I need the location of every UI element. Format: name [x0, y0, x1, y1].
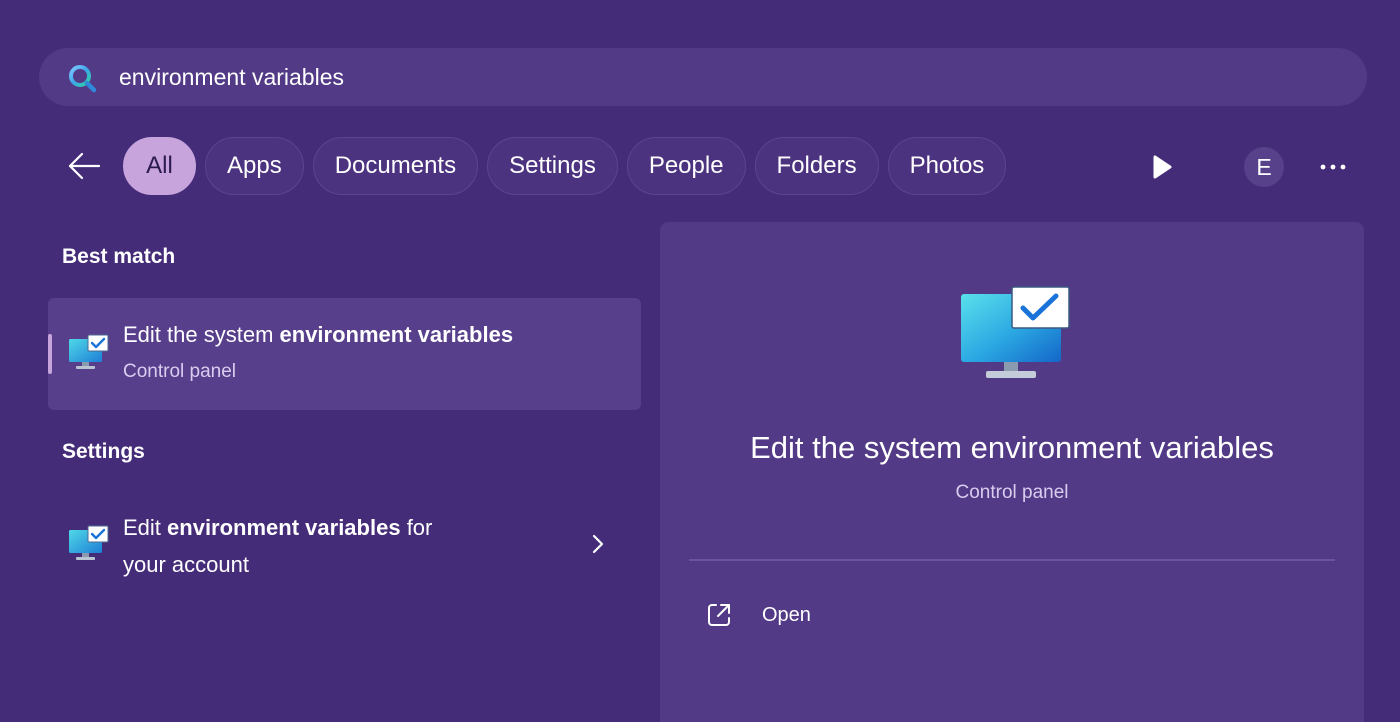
more-filters-button[interactable]: [1145, 150, 1179, 184]
selection-indicator: [48, 334, 52, 374]
avatar[interactable]: E: [1244, 147, 1284, 187]
search-icon: [69, 65, 97, 93]
chevron-right-icon[interactable]: [589, 532, 607, 556]
more-horizontal-icon: [1320, 164, 1346, 170]
settings-result-title-prefix: Edit: [123, 515, 168, 540]
arrow-left-icon: [68, 152, 101, 180]
search-input[interactable]: [119, 48, 1319, 106]
open-label: Open: [762, 603, 811, 626]
back-button[interactable]: [62, 146, 106, 186]
settings-result[interactable]: Edit environment variables for your acco…: [48, 498, 641, 593]
tab-people[interactable]: People: [626, 137, 746, 195]
divider: [689, 559, 1335, 561]
external-link-icon: [708, 604, 730, 626]
detail-panel: Edit the system environment variables Co…: [660, 222, 1364, 722]
monitor-check-icon: [961, 286, 1070, 378]
tab-folders[interactable]: Folders: [754, 137, 879, 195]
tab-apps[interactable]: Apps: [205, 137, 304, 195]
best-match-title-highlight: environment variables: [279, 322, 514, 347]
settings-result-title: Edit environment variables for: [123, 515, 432, 541]
settings-result-title-suffix: for: [400, 515, 433, 540]
tab-photos[interactable]: Photos: [887, 137, 1007, 195]
open-button[interactable]: Open: [704, 595, 904, 635]
monitor-check-icon: [69, 525, 109, 560]
settings-result-title-highlight: environment variables: [167, 515, 401, 540]
filter-tabs: All Apps Documents Settings People Folde…: [123, 137, 1007, 195]
settings-heading: Settings: [62, 440, 145, 463]
search-bar[interactable]: [39, 48, 1367, 106]
best-match-title: Edit the system environment variables: [123, 322, 513, 348]
detail-subtitle: Control panel: [955, 482, 1069, 503]
more-options-button[interactable]: [1316, 152, 1350, 182]
monitor-check-icon: [69, 334, 109, 369]
detail-title: Edit the system environment variables: [750, 430, 1274, 465]
best-match-title-prefix: Edit the system: [123, 322, 280, 347]
best-match-result[interactable]: Edit the system environment variables Co…: [48, 298, 641, 410]
tab-settings[interactable]: Settings: [487, 137, 618, 195]
tab-all[interactable]: All: [123, 137, 196, 195]
tab-documents[interactable]: Documents: [312, 137, 479, 195]
best-match-subtitle: Control panel: [123, 361, 237, 382]
best-match-heading: Best match: [62, 245, 176, 268]
play-icon: [1153, 155, 1172, 179]
settings-result-title-line2: your account: [123, 552, 249, 577]
